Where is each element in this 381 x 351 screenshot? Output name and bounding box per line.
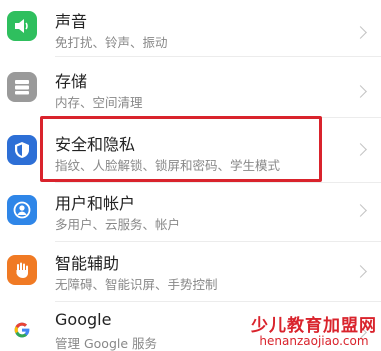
- google-icon: [7, 315, 37, 345]
- settings-item-title: 存储: [55, 72, 88, 91]
- settings-item-title: Google: [55, 310, 112, 329]
- user-icon: [7, 195, 37, 225]
- shield-icon: [7, 135, 37, 165]
- chevron-right-icon: [354, 204, 367, 217]
- divider: [55, 56, 381, 57]
- settings-item-storage[interactable]: 存储 内存、空间清理: [0, 60, 381, 117]
- settings-item-title: 智能辅助: [55, 254, 120, 273]
- watermark-url: henanzaojiao.com: [259, 334, 369, 349]
- settings-item-subtitle: 多用户、云服务、帐户: [55, 217, 181, 232]
- chevron-right-icon: [354, 85, 367, 98]
- watermark: 少儿教育加盟网 henanzaojiao.com: [251, 315, 377, 349]
- settings-list: 声音 免打扰、铃声、振动 存储 内存、空间清理 安全和隐私 指纹、人脸解锁、锁屏…: [0, 0, 381, 351]
- hand-icon: [7, 255, 37, 285]
- chevron-right-icon: [354, 265, 367, 278]
- settings-item-smart-assist[interactable]: 智能辅助 无障碍、智能识屏、手势控制: [0, 242, 381, 299]
- storage-icon: [7, 72, 37, 102]
- settings-item-title: 用户和帐户: [55, 194, 136, 213]
- settings-item-subtitle: 管理 Google 服务: [55, 336, 158, 351]
- chevron-right-icon: [354, 26, 367, 39]
- settings-item-subtitle: 无障碍、智能识屏、手势控制: [55, 277, 218, 292]
- highlight-frame: [40, 116, 322, 182]
- settings-item-sound[interactable]: 声音 免打扰、铃声、振动: [0, 0, 381, 56]
- settings-item-subtitle: 免打扰、铃声、振动: [55, 35, 168, 50]
- speaker-icon: [7, 11, 37, 41]
- watermark-title: 少儿教育加盟网: [251, 315, 377, 336]
- settings-item-subtitle: 内存、空间清理: [55, 95, 143, 110]
- chevron-right-icon: [354, 143, 367, 156]
- settings-item-users-accounts[interactable]: 用户和帐户 多用户、云服务、帐户: [0, 182, 381, 239]
- settings-item-title: 声音: [55, 12, 88, 31]
